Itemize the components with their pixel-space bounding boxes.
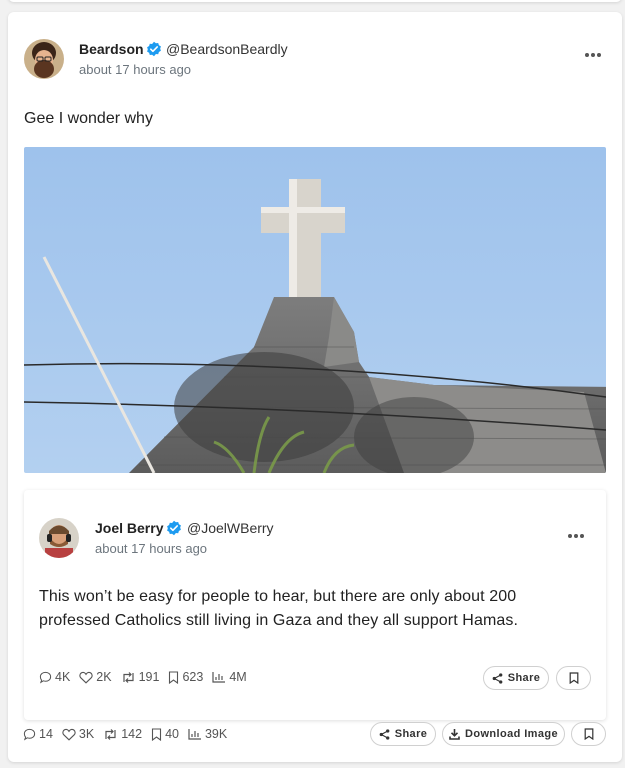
verified-badge-icon: [147, 41, 161, 57]
share-icon: [379, 728, 390, 740]
quoted-reply-stat[interactable]: 4K: [39, 670, 70, 684]
author-avatar[interactable]: [24, 39, 64, 79]
quoted-repost-stat[interactable]: 191: [121, 670, 160, 684]
bookmark-icon: [152, 727, 162, 741]
bookmark-icon: [169, 670, 179, 684]
download-image-button[interactable]: Download Image: [442, 722, 565, 746]
share-button[interactable]: Share: [370, 722, 436, 746]
quoted-author-name[interactable]: Joel Berry: [95, 520, 163, 536]
views-stat[interactable]: 39K: [188, 727, 227, 741]
quoted-author-handle[interactable]: @JoelWBerry: [187, 520, 274, 536]
quoted-avatar-image: [39, 518, 79, 558]
download-label: Download Image: [465, 728, 558, 740]
comment-icon: [23, 728, 36, 740]
bookmark-button[interactable]: [571, 722, 606, 746]
like-stat[interactable]: 3K: [62, 727, 94, 741]
repost-count: 142: [121, 727, 143, 741]
quoted-bookmark-stat[interactable]: 623: [168, 670, 203, 684]
quoted-author-avatar[interactable]: [39, 518, 79, 558]
bookmark-count: 40: [165, 727, 179, 741]
post-timestamp[interactable]: about 17 hours ago: [79, 62, 191, 77]
author-name[interactable]: Beardson: [79, 41, 144, 57]
quoted-bookmark-button[interactable]: [556, 666, 591, 690]
quoted-post-text: This won’t be easy for people to hear, b…: [39, 588, 519, 629]
bar-chart-icon: [188, 729, 201, 740]
bar-chart-icon: [212, 672, 226, 683]
share-icon: [492, 672, 503, 684]
quoted-like-count: 2K: [96, 670, 112, 684]
quoted-bookmark-count: 623: [182, 670, 204, 684]
quoted-views-stat[interactable]: 4M: [212, 670, 247, 684]
bookmark-stat[interactable]: 40: [151, 727, 179, 741]
quoted-share-button[interactable]: Share: [483, 666, 549, 690]
verified-badge-icon: [167, 520, 181, 536]
repost-icon: [105, 728, 116, 740]
bookmark-icon: [584, 728, 593, 740]
quoted-post[interactable]: Joel Berry @JoelWBerry about 17 hours ag…: [24, 490, 606, 720]
reply-count: 14: [39, 727, 53, 741]
download-icon: [449, 729, 460, 740]
reply-stat[interactable]: 14: [23, 727, 53, 741]
quoted-reply-count: 4K: [55, 670, 71, 684]
comment-icon: [39, 671, 52, 683]
post-text: Gee I wonder why: [24, 110, 153, 127]
post-stats-bar: 14 3K 142 40 39K: [23, 727, 236, 741]
post-card: Beardson @BeardsonBeardly about 17 hours…: [8, 12, 622, 762]
quoted-like-stat[interactable]: 2K: [79, 670, 112, 684]
post-image[interactable]: [24, 147, 606, 473]
bookmark-icon: [569, 672, 578, 684]
repost-stat[interactable]: 142: [103, 727, 142, 741]
quoted-stats-bar: 4K 2K 191 623 4M: [39, 670, 256, 684]
avatar-image: [24, 39, 64, 79]
heart-icon: [79, 671, 93, 684]
church-cross-photo: [24, 147, 606, 473]
repost-icon: [122, 671, 134, 683]
previous-post-card: [8, 0, 622, 2]
more-options-icon[interactable]: [585, 53, 603, 59]
heart-icon: [62, 728, 76, 741]
like-count: 3K: [78, 727, 95, 741]
author-handle[interactable]: @BeardsonBeardly: [166, 41, 288, 57]
quoted-share-label: Share: [507, 672, 541, 684]
quoted-repost-count: 191: [138, 670, 160, 684]
views-count: 39K: [204, 727, 228, 741]
quoted-views-count: 4M: [229, 670, 247, 684]
quoted-post-timestamp[interactable]: about 17 hours ago: [95, 541, 207, 556]
share-label: Share: [394, 728, 428, 740]
quoted-more-options-icon[interactable]: [568, 534, 586, 540]
